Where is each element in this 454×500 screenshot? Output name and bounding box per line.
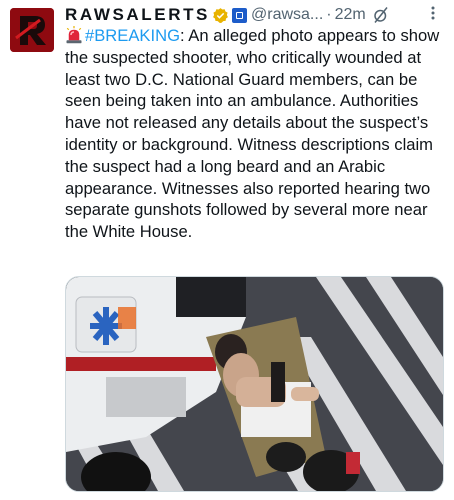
hashtag-breaking[interactable]: #BREAKING <box>85 26 180 45</box>
timestamp[interactable]: 22m <box>335 6 366 24</box>
raws-logo-icon <box>10 8 54 52</box>
siren-icon <box>66 26 82 44</box>
avatar[interactable] <box>10 8 54 52</box>
tweet-photo[interactable] <box>65 276 444 492</box>
verified-badge-icon[interactable] <box>212 7 229 24</box>
author-name[interactable]: RAWSALERTS <box>65 5 210 25</box>
tweet-body: : An alleged photo appears to show the s… <box>65 26 440 242</box>
more-icon[interactable] <box>430 5 436 21</box>
photo-image <box>66 277 443 491</box>
affiliation-icon[interactable] <box>232 7 247 23</box>
tweet-header: RAWSALERTS @rawsa... · 22m <box>65 3 444 27</box>
grok-icon[interactable] <box>372 6 390 24</box>
separator: · <box>326 6 332 23</box>
author-handle[interactable]: @rawsa... <box>251 6 323 24</box>
tweet-text: #BREAKING: An alleged photo appears to s… <box>65 25 445 243</box>
